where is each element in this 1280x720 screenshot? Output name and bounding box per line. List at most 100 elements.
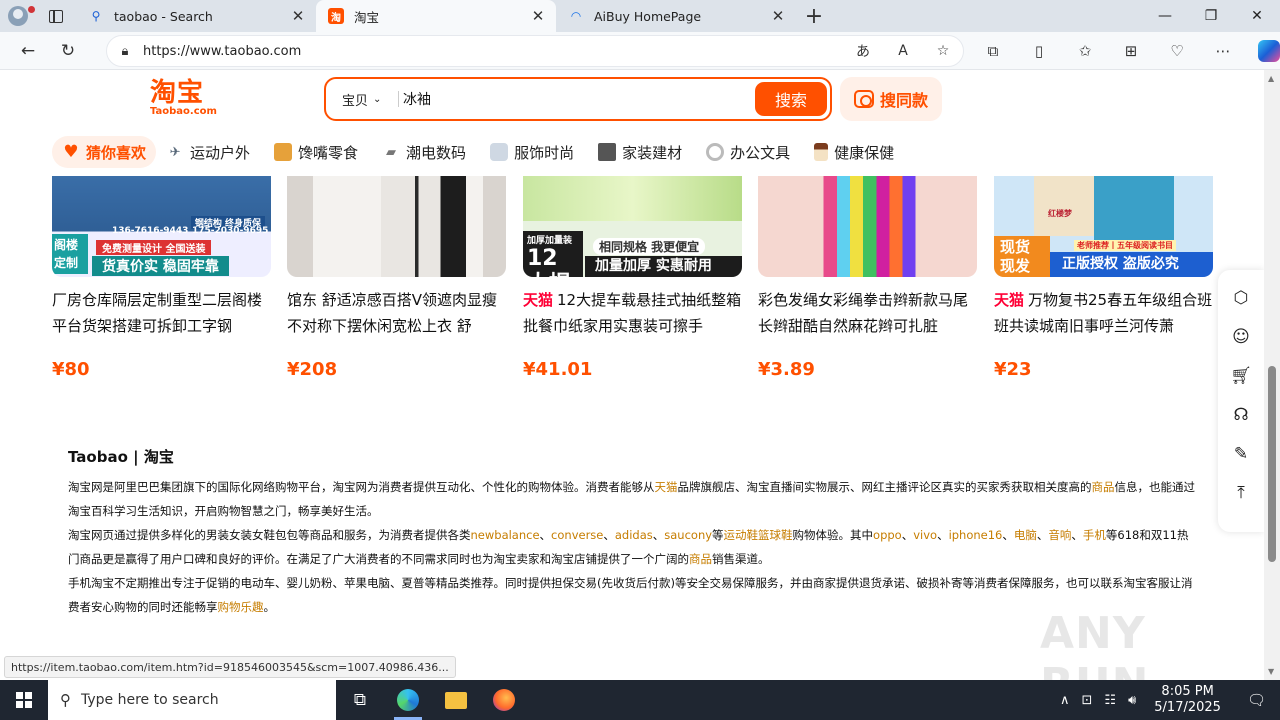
taobao-icon[interactable]: ⬡ — [1218, 278, 1264, 317]
close-icon[interactable]: ✕ — [770, 7, 786, 25]
feedback-icon[interactable]: ✎ — [1218, 434, 1264, 473]
product-image[interactable]: 钢结构 终身质保 阁楼定制 136-7616-9443 175-2030-969… — [52, 176, 271, 277]
edge-taskbar-icon[interactable] — [384, 680, 432, 720]
link-goods[interactable]: 商品 — [1092, 480, 1115, 494]
search-button[interactable]: 搜索 — [755, 82, 827, 116]
tab-aibuy[interactable]: ◠ AiBuy HomePage ✕ — [556, 0, 796, 32]
message-icon[interactable]: ☺ — [1218, 317, 1264, 356]
taobao-favicon-icon: 淘 — [328, 8, 344, 24]
product-card[interactable]: 馆东 舒适凉感百搭V领遮肉显瘦不对称下摆休闲宽松上衣 舒 ¥208 — [287, 176, 506, 380]
product-card[interactable]: 加厚加量装 12大提 相同规格 我更便宜 加量加厚 实惠耐用 天猫12大提车载悬… — [523, 176, 742, 380]
url-text[interactable]: https://www.taobao.com — [143, 44, 843, 59]
read-aloud-icon[interactable]: A — [883, 43, 923, 59]
copilot-icon[interactable] — [1246, 32, 1280, 70]
service-icon[interactable]: ☊ — [1218, 395, 1264, 434]
notifications-icon[interactable]: 🗨︎ — [1233, 691, 1280, 709]
search-input[interactable] — [403, 91, 755, 107]
browser-essentials-icon[interactable]: ♡ — [1154, 32, 1200, 70]
product-title[interactable]: 彩色发绳女彩绳拳击辫新款马尾长辫甜酷自然麻花辫可扎脏 — [758, 287, 977, 339]
category-tab-snacks[interactable]: 馋嘴零食 — [264, 136, 372, 168]
category-tab-sports[interactable]: ✈ 运动户外 — [156, 136, 264, 168]
close-window-icon[interactable]: ✕ — [1234, 0, 1280, 32]
link-phone[interactable]: 手机 — [1083, 528, 1106, 542]
volume-icon[interactable]: 🔊︎ — [1122, 693, 1142, 708]
taobao-logo[interactable]: 淘宝 Taobao.com — [150, 80, 217, 117]
split-screen-icon[interactable]: ▯ — [1016, 32, 1062, 70]
link-oppo[interactable]: oppo — [873, 528, 902, 542]
taskbar-search[interactable]: ⚲ Type here to search — [48, 680, 336, 720]
product-image[interactable]: 红楼梦 老师推荐丨五年级阅读书目 现货现发 正版授权 盗版必究 — [994, 176, 1213, 277]
refresh-icon[interactable]: ↻ — [48, 32, 88, 70]
tissue-box-photo — [523, 176, 742, 221]
collections-icon[interactable]: ⊞ — [1108, 32, 1154, 70]
link-sport-shoes[interactable]: 运动鞋篮球鞋 — [724, 528, 793, 542]
product-title[interactable]: 厂房仓库隔层定制重型二层阁楼平台货架搭建可拆卸工字钢 — [52, 287, 271, 339]
network-icon[interactable]: ⊡ — [1076, 693, 1099, 708]
link-shopping-fun[interactable]: 购物乐趣 — [218, 600, 264, 614]
workspaces-button[interactable] — [36, 0, 76, 32]
snack-icon — [274, 143, 293, 161]
link-converse[interactable]: converse — [551, 528, 603, 542]
category-tab-guess[interactable]: ♥ 猜你喜欢 — [52, 136, 157, 168]
link-adidas[interactable]: adidas — [615, 528, 653, 542]
category-tab-office[interactable]: 办公文具 — [696, 136, 804, 168]
back-to-top-icon[interactable]: ⤒ — [1218, 473, 1264, 512]
favorite-star-icon[interactable]: ☆ — [923, 43, 963, 59]
link-computer[interactable]: 电脑 — [1014, 528, 1037, 542]
minimize-icon[interactable]: — — [1142, 0, 1188, 32]
lock-icon[interactable]: 🔒︎ — [107, 44, 143, 59]
link-speaker[interactable]: 音响 — [1048, 528, 1071, 542]
extensions-icon[interactable]: ⧉ — [970, 32, 1016, 70]
camera-icon — [853, 90, 874, 108]
link-goods[interactable]: 商品 — [689, 552, 712, 566]
clothing-photo — [313, 176, 483, 277]
product-card[interactable]: 彩色发绳女彩绳拳击辫新款马尾长辫甜酷自然麻花辫可扎脏 ¥3.89 — [758, 176, 977, 380]
start-button[interactable] — [0, 680, 48, 720]
chevron-up-icon[interactable]: ∧ — [1054, 693, 1076, 708]
category-tab-digital[interactable]: ▰ 潮电数码 — [372, 136, 480, 168]
scrollbar-thumb[interactable] — [1268, 366, 1276, 562]
product-image[interactable]: 加厚加量装 12大提 相同规格 我更便宜 加量加厚 实惠耐用 — [523, 176, 742, 277]
product-image[interactable] — [758, 176, 977, 277]
favorites-icon[interactable]: ✩ — [1062, 32, 1108, 70]
link-tmall[interactable]: 天猫 — [655, 480, 678, 494]
link-newbalance[interactable]: newbalance — [471, 528, 540, 542]
product-price: ¥23 — [994, 359, 1032, 380]
product-card[interactable]: 钢结构 终身质保 阁楼定制 136-7616-9443 175-2030-969… — [52, 176, 271, 380]
back-icon[interactable]: ← — [8, 32, 48, 70]
search-category-select[interactable]: 宝贝 ⌄ — [326, 90, 398, 109]
firefox-taskbar-icon[interactable] — [480, 680, 528, 720]
restore-icon[interactable]: ❐ — [1188, 0, 1234, 32]
wifi-icon[interactable]: ☷ — [1098, 693, 1122, 708]
product-title[interactable]: 天猫 万物复书25春五年级组合班班共读城南旧事呼兰河传萧 — [994, 287, 1213, 339]
file-explorer-icon[interactable] — [432, 680, 480, 720]
page-scrollbar[interactable]: ▲ ▼ — [1264, 70, 1280, 680]
product-title[interactable]: 天猫 12大提车载悬挂式抽纸整箱批餐巾纸家用实惠装可擦手 — [523, 287, 742, 339]
more-menu-icon[interactable]: ⋯ — [1200, 32, 1246, 70]
category-tab-fashion[interactable]: 服饰时尚 — [480, 136, 588, 168]
category-tab-home[interactable]: 家装建材 — [588, 136, 696, 168]
product-card[interactable]: 红楼梦 老师推荐丨五年级阅读书目 现货现发 正版授权 盗版必究 天猫 万物复书25… — [994, 176, 1213, 380]
tab-taobao[interactable]: 淘 淘宝 ✕ — [316, 0, 556, 32]
new-tab-button[interactable]: + — [796, 0, 832, 32]
category-tab-health[interactable]: 健康保健 — [804, 136, 908, 168]
photo-search-button[interactable]: 搜同款 — [840, 77, 942, 121]
task-view-icon[interactable]: ⧉ — [336, 680, 384, 720]
clock[interactable]: 8:05 PM 5/17/2025 — [1142, 684, 1233, 716]
cart-icon[interactable]: 🛒︎ — [1218, 356, 1264, 395]
close-icon[interactable]: ✕ — [290, 7, 306, 25]
link-iphone16[interactable]: iphone16 — [949, 528, 1003, 542]
scroll-down-icon[interactable]: ▼ — [1268, 667, 1274, 676]
taobao-page: 淘宝 Taobao.com 宝贝 ⌄ 搜索 搜同款 ♥ 猜你喜欢 ✈ 运动户外 … — [0, 70, 1264, 680]
close-icon[interactable]: ✕ — [530, 7, 546, 25]
product-title[interactable]: 馆东 舒适凉感百搭V领遮肉显瘦不对称下摆休闲宽松上衣 舒 — [287, 287, 506, 339]
product-image[interactable] — [287, 176, 506, 277]
translate-icon[interactable]: あ — [843, 41, 883, 61]
tab-title: 淘宝 — [354, 9, 380, 25]
link-vivo[interactable]: vivo — [913, 528, 937, 542]
link-saucony[interactable]: saucony — [664, 528, 712, 542]
tab-taobao-search[interactable]: ⚲ taobao - Search ✕ — [76, 0, 316, 32]
address-bar[interactable]: 🔒︎ https://www.taobao.com あ A ☆ — [106, 35, 964, 67]
profile-button[interactable] — [0, 0, 36, 32]
scroll-up-icon[interactable]: ▲ — [1268, 74, 1274, 83]
